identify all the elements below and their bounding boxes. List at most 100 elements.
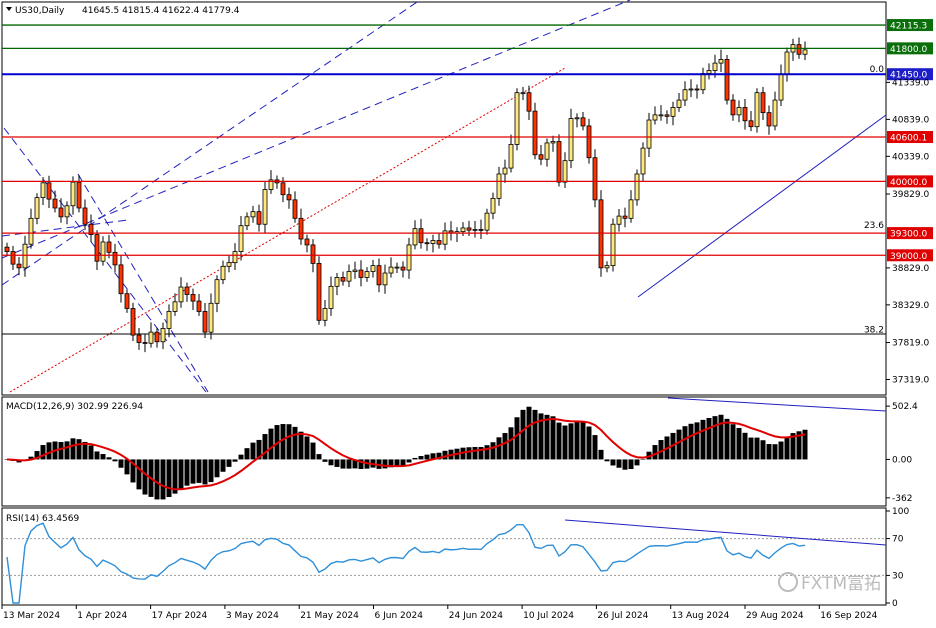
macd-bar (484, 445, 490, 460)
candle-body (688, 88, 694, 91)
candle-body (706, 70, 712, 74)
candle-body (766, 112, 772, 127)
macd-bar (166, 459, 172, 498)
macd-bar (58, 442, 64, 460)
price-tick-label: 38829.0 (892, 264, 929, 274)
candle-body (292, 199, 298, 219)
candle-body (640, 147, 646, 175)
candle-body (214, 279, 220, 304)
candle-body (262, 189, 268, 225)
symbol-label: US30,Daily (15, 6, 65, 16)
macd-bar (196, 459, 202, 483)
candle-body (220, 265, 226, 281)
candle-body (76, 181, 82, 209)
macd-bar (250, 442, 256, 460)
price-tick-label: 40339.0 (892, 152, 929, 162)
candle-body (382, 272, 388, 286)
macd-bar (610, 459, 616, 466)
candle-body (568, 118, 574, 162)
macd-bar (268, 428, 274, 460)
candle-body (412, 228, 418, 246)
macd-bar (178, 459, 184, 489)
candle-body (244, 216, 250, 227)
rsi-line (6, 522, 806, 604)
candle-body (532, 110, 538, 156)
date-tick-label: 17 Apr 2024 (152, 611, 208, 621)
candle-body (166, 311, 172, 329)
candle-body (742, 107, 748, 122)
fib-label: 38.2 (864, 325, 884, 335)
candle-body (256, 211, 262, 225)
candle-body (52, 198, 58, 209)
date-tick-label: 16 Sep 2024 (820, 611, 877, 621)
level-tag-label: 39000.0 (890, 252, 927, 262)
candle-body (388, 266, 394, 274)
chart-header: US30,Daily 41645.5 41815.4 41622.4 41779… (6, 6, 240, 16)
candle-body (70, 181, 76, 207)
dropdown-triangle-icon[interactable] (6, 7, 12, 11)
candle-body (550, 141, 556, 144)
candle-body (346, 271, 352, 282)
candle-body (778, 73, 784, 101)
candle-body (376, 265, 382, 286)
candle-body (460, 227, 466, 233)
macd-bar (232, 459, 238, 462)
candle-body (46, 182, 52, 200)
candle-body (328, 285, 334, 309)
macd-bar (106, 457, 112, 460)
macd-bar (634, 459, 640, 466)
macd-bar (136, 459, 142, 490)
macd-bar (160, 459, 166, 500)
candle-body (94, 234, 100, 262)
candle-body (196, 300, 202, 312)
candle-body (616, 215, 622, 225)
macd-bar (490, 442, 496, 460)
macd-bar (112, 459, 118, 462)
candle-body (202, 311, 208, 333)
price-tick-label: 37819.0 (892, 339, 929, 349)
candle-body (724, 59, 730, 101)
rsi-tick-label: 100 (892, 507, 909, 517)
macd-bar (676, 429, 682, 460)
candle-body (802, 49, 808, 55)
macd-bar (514, 417, 520, 460)
macd-bar (40, 445, 46, 460)
candle-body (622, 215, 628, 219)
candle-body (796, 44, 802, 55)
macd-bar (298, 431, 304, 460)
candle-body (40, 182, 46, 199)
macd-bar (328, 459, 334, 466)
candle-body (58, 207, 64, 218)
channel-line (77, 173, 209, 393)
rsi-panel-frame (1, 507, 887, 606)
macd-divergence-line (667, 397, 887, 412)
macd-bar (586, 426, 592, 460)
candle-body (496, 173, 502, 199)
candle-body (298, 217, 304, 240)
macd-bar (292, 426, 298, 460)
candle-body (364, 271, 370, 278)
macd-bar (640, 459, 646, 460)
macd-bar (154, 459, 160, 500)
macd-bar (310, 442, 316, 460)
candle-body (754, 92, 760, 128)
candle-body (10, 251, 16, 265)
macd-bar (64, 441, 70, 460)
candle-body (646, 119, 652, 149)
macd-bar (88, 445, 94, 460)
macd-bar (532, 409, 538, 460)
candle-body (712, 62, 718, 71)
candle-body (238, 225, 244, 252)
candle-body (340, 277, 346, 282)
macd-bar (556, 422, 562, 460)
candle-body (334, 277, 340, 287)
rsi-tick-label: 0 (892, 599, 898, 609)
rsi-label: RSI(14) 63.4569 (6, 514, 79, 524)
macd-bar (580, 422, 586, 460)
candle-body (478, 229, 484, 231)
macd-bar (304, 436, 310, 460)
macd-bar (718, 414, 724, 460)
candle-body (748, 120, 754, 128)
macd-bar (526, 406, 532, 460)
macd-tick-label: -362 (892, 494, 912, 504)
